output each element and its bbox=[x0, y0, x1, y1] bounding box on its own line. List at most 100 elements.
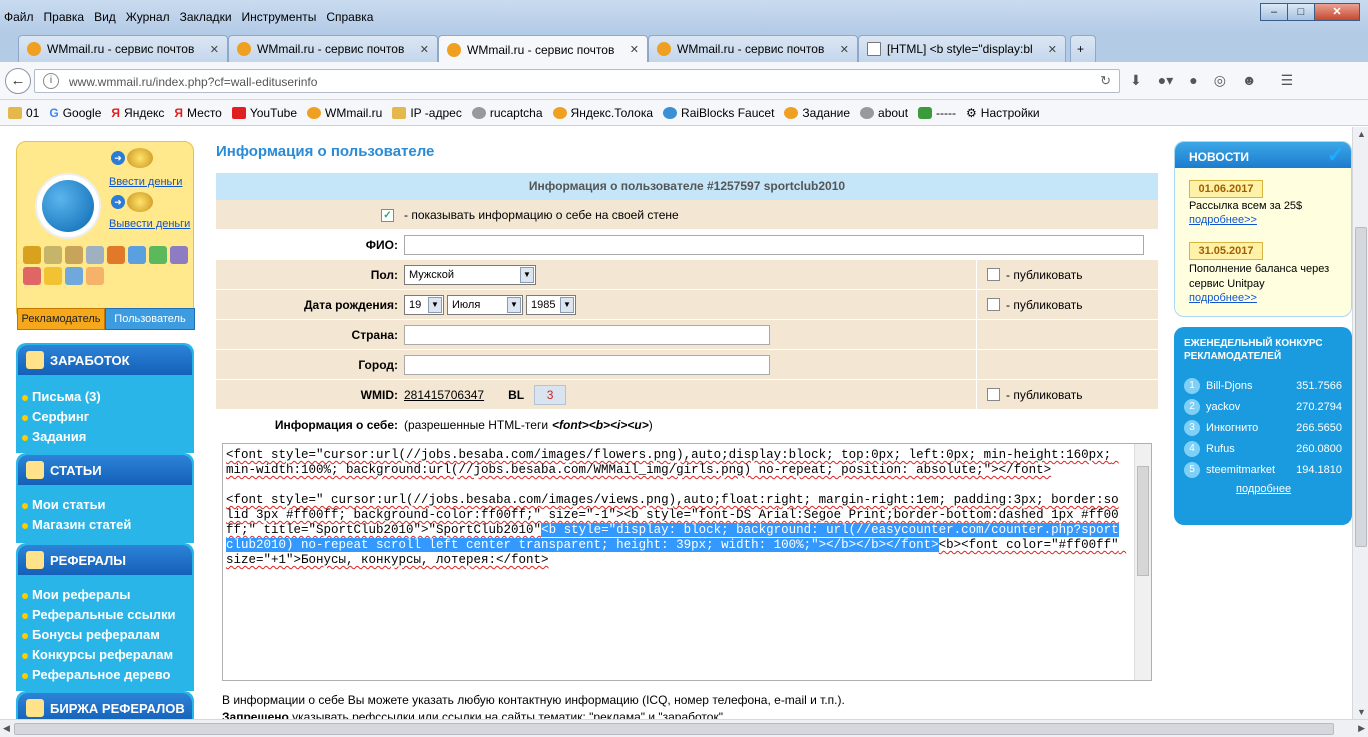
download-icon[interactable]: ⬇ bbox=[1130, 72, 1142, 89]
fio-input[interactable] bbox=[404, 234, 1144, 255]
bookmark-toloka[interactable]: Яндекс.Толока bbox=[552, 106, 653, 120]
news-more-link[interactable]: подробнее>> bbox=[1189, 214, 1257, 226]
extension-icon[interactable]: ● bbox=[1189, 72, 1197, 89]
news-more-link[interactable]: подробнее>> bbox=[1189, 292, 1257, 304]
bookmark-ip[interactable]: IP -адрес bbox=[392, 106, 462, 120]
page-vertical-scrollbar[interactable]: ▲ ▼ bbox=[1352, 127, 1368, 719]
bookmark-rucaptcha[interactable]: rucaptcha bbox=[471, 106, 543, 120]
show-info-checkbox[interactable]: ✓ bbox=[381, 209, 394, 222]
close-tab-icon[interactable]: ✕ bbox=[1048, 43, 1057, 56]
scroll-right-icon[interactable]: ▶ bbox=[1358, 723, 1365, 734]
close-window-button[interactable]: ✕ bbox=[1314, 3, 1360, 21]
city-input[interactable] bbox=[404, 354, 770, 375]
scroll-left-icon[interactable]: ◀ bbox=[3, 723, 10, 734]
close-tab-icon[interactable]: ✕ bbox=[420, 43, 429, 56]
adblock-icon[interactable]: ●▾ bbox=[1158, 72, 1173, 89]
contest-more-link[interactable]: подробнее bbox=[1236, 483, 1291, 495]
menu-item-letters[interactable]: Письма (3) bbox=[16, 387, 194, 407]
bookmark-task[interactable]: Задание bbox=[784, 106, 850, 120]
menu-item-ref-bonuses[interactable]: Бонусы рефералам bbox=[16, 625, 194, 645]
medal-icon[interactable] bbox=[44, 246, 62, 264]
referrals-header[interactable]: РЕФЕРАЛЫ bbox=[18, 545, 192, 575]
role-user-button[interactable]: Пользователь bbox=[105, 308, 195, 330]
medal-icon[interactable] bbox=[23, 246, 41, 264]
deposit-link[interactable]: Ввести деньги bbox=[109, 176, 182, 188]
menu-item-my-referrals[interactable]: Мои рефералы bbox=[16, 585, 194, 605]
new-tab-button[interactable]: + bbox=[1070, 35, 1096, 62]
menu-item-ref-tree[interactable]: Реферальное дерево bbox=[16, 665, 194, 685]
smiley-icon[interactable]: ☻ bbox=[1242, 72, 1257, 89]
bookmark-about[interactable]: about bbox=[860, 106, 908, 120]
person-icon[interactable] bbox=[86, 267, 104, 285]
page-horizontal-scrollbar[interactable]: ◀ ▶ bbox=[0, 719, 1368, 737]
bookmark-01[interactable]: 01 bbox=[8, 106, 39, 120]
wmid-link[interactable]: 281415706347 bbox=[404, 388, 484, 402]
bookmark-google[interactable]: G Google bbox=[49, 106, 101, 120]
birth-year-select[interactable]: 1985 ▼ bbox=[526, 294, 576, 315]
address-bar[interactable]: i www.wmmail.ru/index.php?cf=wall-editus… bbox=[34, 69, 1120, 93]
menu-tools[interactable]: Инструменты bbox=[242, 10, 317, 24]
menu-history[interactable]: Журнал bbox=[126, 10, 170, 24]
shield-icon[interactable] bbox=[44, 267, 62, 285]
menu-file[interactable]: Файл bbox=[4, 10, 34, 24]
shield-icon[interactable] bbox=[23, 267, 41, 285]
country-input[interactable] bbox=[404, 324, 770, 345]
close-tab-icon[interactable]: ✕ bbox=[210, 43, 219, 56]
publish-wmid-checkbox[interactable] bbox=[987, 388, 1000, 401]
earnings-header[interactable]: ЗАРАБОТОК bbox=[18, 345, 192, 375]
tab-3-active[interactable]: WMmail.ru - сервис почтов ✕ bbox=[438, 35, 648, 63]
menu-edit[interactable]: Правка bbox=[44, 10, 85, 24]
menu-item-article-shop[interactable]: Магазин статей bbox=[16, 515, 194, 535]
tab-4[interactable]: WMmail.ru - сервис почтов ✕ bbox=[648, 35, 858, 62]
chart-icon[interactable] bbox=[128, 246, 146, 264]
about-textarea[interactable]: <font style="cursor:url(//jobs.besaba.co… bbox=[222, 443, 1152, 681]
info-icon[interactable]: i bbox=[43, 73, 59, 89]
card-icon[interactable] bbox=[65, 267, 83, 285]
birth-month-select[interactable]: Июля ▼ bbox=[447, 294, 523, 315]
publish-birthdate-checkbox[interactable] bbox=[987, 298, 1000, 311]
tab-2[interactable]: WMmail.ru - сервис почтов ✕ bbox=[228, 35, 438, 62]
textarea-scrollbar[interactable] bbox=[1134, 444, 1151, 680]
pencil-icon[interactable] bbox=[86, 246, 104, 264]
page-scroll-thumb[interactable] bbox=[1355, 227, 1367, 547]
articles-header[interactable]: СТАТЬИ bbox=[18, 455, 192, 485]
menu-bookmarks[interactable]: Закладки bbox=[180, 10, 232, 24]
menu-view[interactable]: Вид bbox=[94, 10, 116, 24]
bookmark-raiblocks[interactable]: RaiBlocks Faucet bbox=[663, 106, 774, 120]
menu-item-surfing[interactable]: Серфинг bbox=[16, 407, 194, 427]
hamburger-menu-icon[interactable]: ☰ bbox=[1281, 72, 1294, 89]
exchange-header[interactable]: БИРЖА РЕФЕРАЛОВ bbox=[18, 693, 192, 719]
menu-help[interactable]: Справка bbox=[326, 10, 373, 24]
medal-icon[interactable] bbox=[65, 246, 83, 264]
horizontal-scroll-thumb[interactable] bbox=[14, 723, 1334, 735]
bookmark-mesto[interactable]: Я Место bbox=[174, 106, 221, 120]
menu-item-ref-links[interactable]: Реферальные ссылки bbox=[16, 605, 194, 625]
shield-icon[interactable] bbox=[170, 246, 188, 264]
bookmark-dashes[interactable]: ----- bbox=[918, 106, 956, 120]
withdraw-link[interactable]: Вывести деньги bbox=[109, 218, 190, 230]
textarea-scroll-thumb[interactable] bbox=[1137, 466, 1149, 576]
bookmark-wmmail[interactable]: WMmail.ru bbox=[307, 106, 382, 120]
bookmark-settings[interactable]: ⚙ Настройки bbox=[966, 106, 1040, 120]
menu-item-tasks[interactable]: Задания bbox=[16, 427, 194, 447]
reload-icon[interactable]: ↻ bbox=[1100, 73, 1111, 89]
role-advertiser-button[interactable]: Рекламодатель bbox=[17, 308, 105, 330]
scroll-up-icon[interactable]: ▲ bbox=[1357, 129, 1366, 139]
close-tab-icon[interactable]: ✕ bbox=[840, 43, 849, 56]
bookmark-youtube[interactable]: YouTube bbox=[231, 106, 297, 120]
back-button[interactable]: ← bbox=[5, 68, 31, 94]
sync-icon[interactable]: ◎ bbox=[1214, 72, 1226, 89]
sex-select[interactable]: Мужской ▼ bbox=[404, 264, 536, 285]
minimize-button[interactable]: – bbox=[1260, 3, 1288, 21]
maximize-button[interactable]: □ bbox=[1287, 3, 1315, 21]
menu-item-my-articles[interactable]: Мои статьи bbox=[16, 495, 194, 515]
avatar[interactable] bbox=[35, 173, 101, 239]
bookmark-yandex[interactable]: Я Яндекс bbox=[111, 106, 164, 120]
bricks-icon[interactable] bbox=[107, 246, 125, 264]
publish-sex-checkbox[interactable] bbox=[987, 268, 1000, 281]
tab-5[interactable]: [HTML] <b style="display:bl ✕ bbox=[858, 35, 1066, 62]
menu-item-ref-contests[interactable]: Конкурсы рефералам bbox=[16, 645, 194, 665]
tab-1[interactable]: WMmail.ru - сервис почтов ✕ bbox=[18, 35, 228, 62]
close-tab-icon[interactable]: ✕ bbox=[630, 43, 639, 56]
shield-icon[interactable] bbox=[149, 246, 167, 264]
